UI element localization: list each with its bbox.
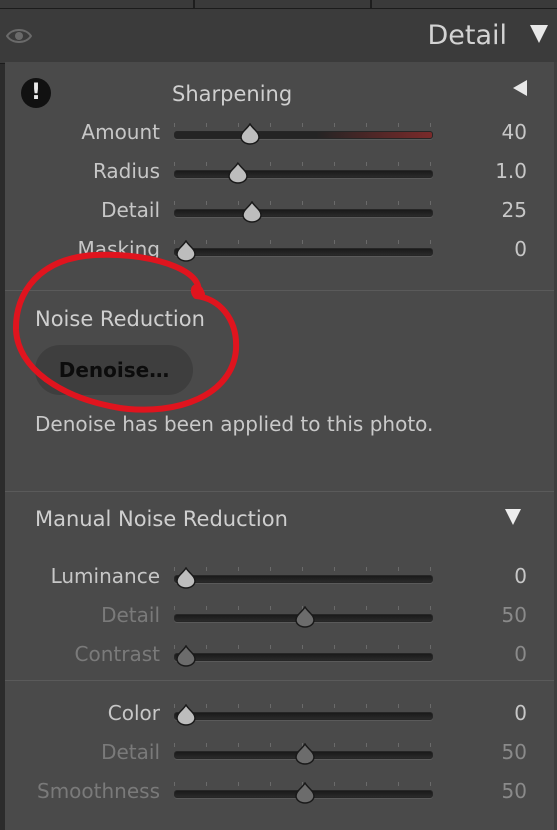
slider-label: Luminance: [50, 564, 160, 588]
slider-track[interactable]: [174, 131, 433, 139]
slider-thumb[interactable]: [294, 743, 315, 765]
slider-label: Detail: [101, 198, 160, 222]
detail-panel-body: ! Sharpening Amount 40 Radius 1.0 Detail 25 Ma…: [5, 62, 557, 830]
top-edge: [0, 0, 557, 8]
slider-ticks: [174, 567, 431, 571]
slider-value[interactable]: 0: [467, 642, 527, 666]
slider-value[interactable]: 0: [467, 701, 527, 725]
slider-track[interactable]: [174, 170, 433, 178]
expand-left-icon[interactable]: [513, 80, 527, 96]
detail-panel-header[interactable]: Detail: [0, 8, 557, 64]
slider-thumb[interactable]: [176, 645, 196, 667]
slider-thumb[interactable]: [242, 201, 263, 223]
slider-ticks: [174, 123, 431, 127]
sharpening-title: Sharpening: [172, 82, 293, 106]
denoise-info-text: Denoise has been applied to this photo.: [35, 412, 434, 436]
warning-icon[interactable]: !: [21, 78, 51, 108]
eye-icon[interactable]: [6, 27, 32, 45]
slider-label: Radius: [92, 159, 160, 183]
subsection-divider: [5, 680, 557, 681]
slider-thumb[interactable]: [228, 162, 248, 184]
slider-track[interactable]: [174, 575, 433, 583]
collapse-triangle-icon[interactable]: [530, 25, 548, 43]
section-divider: [5, 290, 557, 291]
slider-thumb[interactable]: [176, 704, 196, 726]
denoise-button[interactable]: Denoise…: [35, 345, 193, 395]
slider-label: Contrast: [74, 642, 160, 666]
slider-thumb[interactable]: [176, 567, 196, 589]
slider-label: Detail: [101, 603, 160, 627]
slider-thumb[interactable]: [294, 606, 315, 628]
expand-down-icon[interactable]: [505, 509, 521, 525]
slider-ticks: [174, 645, 431, 649]
slider-track[interactable]: [174, 248, 433, 256]
slider-thumb[interactable]: [176, 240, 196, 262]
slider-track[interactable]: [174, 712, 433, 720]
slider-label: Color: [107, 701, 160, 725]
slider-value[interactable]: 0: [467, 237, 527, 261]
slider-label: Detail: [101, 740, 160, 764]
slider-thumb[interactable]: [240, 123, 260, 145]
slider-value[interactable]: 50: [467, 779, 527, 803]
slider-value[interactable]: 25: [467, 198, 527, 222]
section-divider: [5, 491, 557, 492]
slider-ticks: [174, 240, 431, 244]
slider-label: Smoothness: [37, 779, 160, 803]
slider-value[interactable]: 50: [467, 603, 527, 627]
manual-noise-reduction-title: Manual Noise Reduction: [35, 507, 288, 531]
slider-label: Amount: [81, 120, 160, 144]
panel-title: Detail: [427, 20, 507, 51]
slider-ticks: [174, 162, 431, 166]
slider-ticks: [174, 201, 431, 205]
slider-ticks: [174, 704, 431, 708]
slider-value[interactable]: 40: [467, 120, 527, 144]
slider-track[interactable]: [174, 653, 433, 661]
slider-thumb[interactable]: [294, 782, 315, 804]
slider-track[interactable]: [174, 209, 433, 217]
slider-value[interactable]: 0: [467, 564, 527, 588]
slider-label: Masking: [77, 237, 160, 261]
slider-value[interactable]: 50: [467, 740, 527, 764]
noise-reduction-title: Noise Reduction: [35, 307, 205, 331]
slider-value[interactable]: 1.0: [467, 159, 527, 183]
